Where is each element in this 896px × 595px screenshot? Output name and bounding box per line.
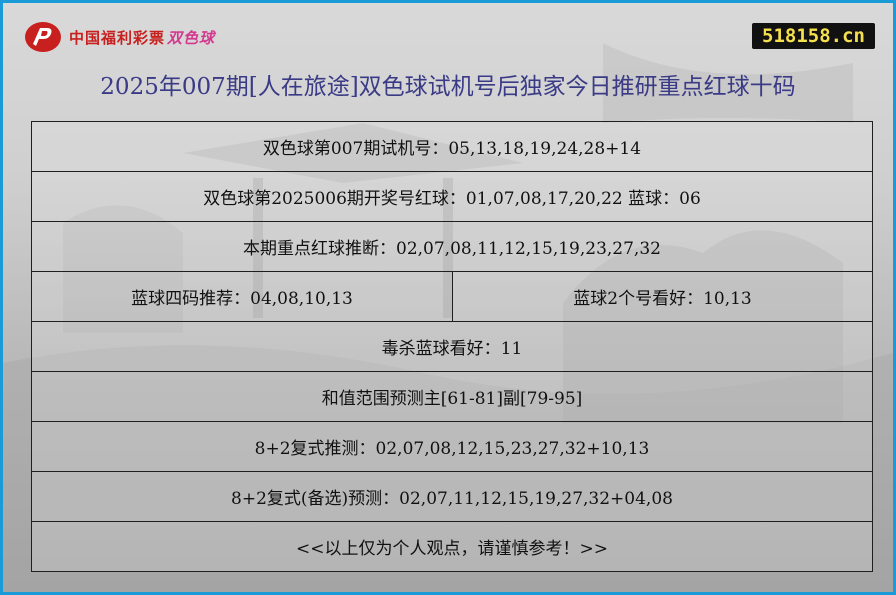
lottery-logo: 中国福利彩票 双色球	[23, 19, 215, 55]
key-red-balls-cell: 本期重点红球推断：02,07,08,11,12,15,19,23,27,32	[31, 221, 873, 272]
page-title: 2025年007期[人在旅途]双色球试机号后独家今日推研重点红球十码	[100, 74, 796, 100]
sum-range-cell: 和值范围预测主[61-81]副[79-95]	[31, 371, 873, 422]
compound-alternate-cell: 8+2复式(备选)预测：02,07,11,12,15,19,27,32+04,0…	[31, 471, 873, 522]
table-row: 本期重点红球推断：02,07,08,11,12,15,19,23,27,32	[31, 221, 873, 272]
table-row: 和值范围预测主[61-81]副[79-95]	[31, 371, 873, 422]
site-domain-badge: 518158.cn	[752, 23, 875, 49]
logo-org-text: 中国福利彩票	[69, 28, 166, 47]
table-row: 毒杀蓝球看好：11	[31, 321, 873, 372]
prediction-table: 双色球第007期试机号：05,13,18,19,24,28+14 双色球第202…	[31, 121, 873, 572]
kill-blue-cell: 毒杀蓝球看好：11	[31, 321, 873, 372]
page-frame: 中国福利彩票 双色球 518158.cn 2025年007期[人在旅途]双色球试机…	[0, 0, 896, 595]
trial-number-cell: 双色球第007期试机号：05,13,18,19,24,28+14	[31, 121, 873, 172]
logo-brand-text: 双色球	[167, 28, 216, 47]
logo-text: 中国福利彩票 双色球	[69, 27, 215, 48]
blue-four-code-cell: 蓝球四码推荐：04,08,10,13	[31, 271, 453, 322]
blue-two-code-cell: 蓝球2个号看好：10,13	[452, 271, 873, 322]
table-row: 8+2复式推测：02,07,08,12,15,23,27,32+10,13	[31, 421, 873, 472]
table-row: 蓝球四码推荐：04,08,10,13 蓝球2个号看好：10,13	[31, 271, 873, 322]
disclaimer-cell: <<以上仅为个人观点，请谨慎参考！>>	[31, 521, 873, 572]
table-row: 双色球第2025006期开奖号红球：01,07,08,17,20,22 蓝球：0…	[31, 171, 873, 222]
table-row: 8+2复式(备选)预测：02,07,11,12,15,19,27,32+04,0…	[31, 471, 873, 522]
table-row: <<以上仅为个人观点，请谨慎参考！>>	[31, 521, 873, 572]
table-row: 双色球第007期试机号：05,13,18,19,24,28+14	[31, 121, 873, 172]
previous-draw-cell: 双色球第2025006期开奖号红球：01,07,08,17,20,22 蓝球：0…	[31, 171, 873, 222]
header: 中国福利彩票 双色球 518158.cn 2025年007期[人在旅途]双色球试机…	[3, 3, 893, 113]
compound-prediction-cell: 8+2复式推测：02,07,08,12,15,23,27,32+10,13	[31, 421, 873, 472]
lottery-logo-icon	[25, 22, 61, 52]
